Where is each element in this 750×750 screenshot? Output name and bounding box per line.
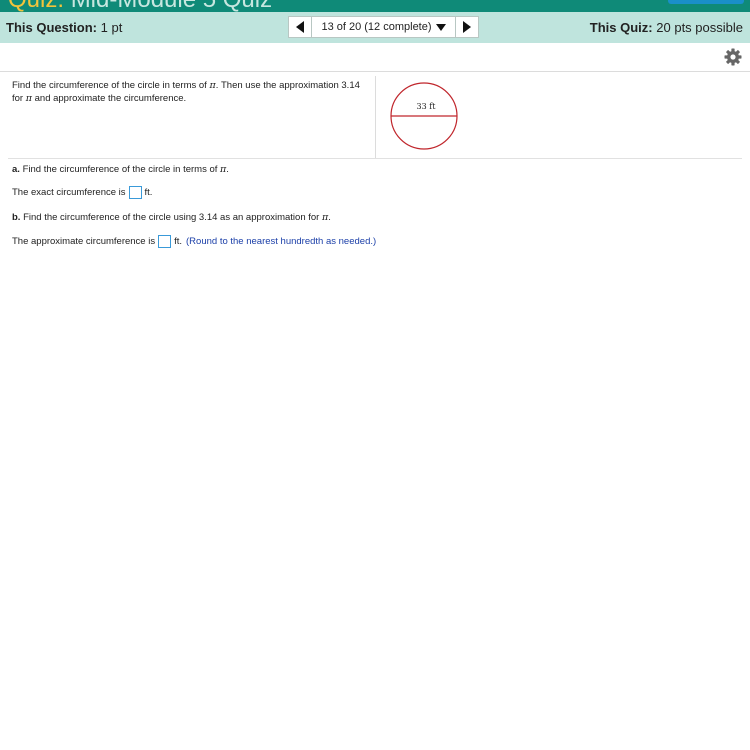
header-action-button[interactable] <box>668 0 744 4</box>
previous-arrow-icon <box>296 21 304 33</box>
question-divider <box>8 158 742 159</box>
app-title-bar: Quiz: Mid-Module 5 Quiz <box>0 0 750 12</box>
pi-symbol: π <box>25 92 32 104</box>
part-b-answer-line: The approximate circumference is ft. (Ro… <box>12 235 376 248</box>
question-points-value: 1 pt <box>100 20 123 35</box>
question-points-label: This Question: <box>6 20 97 35</box>
quiz-points-label: This Quiz: <box>589 20 653 35</box>
quiz-title: Quiz: Mid-Module 5 Quiz <box>8 0 272 12</box>
question-prompt: Find the circumference of the circle in … <box>12 80 367 105</box>
part-a-text: Find the circumference of the circle in … <box>22 164 218 175</box>
approx-circumference-label: The approximate circumference is <box>12 236 156 247</box>
circle-figure: 33 ft <box>390 82 458 150</box>
exact-circumference-unit: ft. <box>144 187 153 198</box>
question-selector[interactable]: 13 of 20 (12 complete) <box>312 16 455 38</box>
question-navigator: 13 of 20 (12 complete) <box>288 16 479 38</box>
approx-circumference-input[interactable] <box>158 235 172 248</box>
diameter-label: 33 ft <box>417 102 437 111</box>
question-position: 13 of 20 (12 complete) <box>321 21 432 33</box>
header-divider <box>0 71 750 72</box>
prompt-text-end: and approximate the circumference. <box>34 92 187 104</box>
question-points: This Question: 1 pt <box>6 20 122 35</box>
prompt-text-start: Find the circumference of the circle in … <box>12 80 207 91</box>
part-b-instruction: b. Find the circumference of the circle … <box>12 212 331 223</box>
quiz-title-prefix: Quiz: <box>8 0 64 12</box>
part-b-label: b. <box>12 212 21 223</box>
part-b-end: . <box>328 212 331 223</box>
next-question-button[interactable] <box>455 16 479 38</box>
approx-circumference-unit: ft. <box>174 236 183 247</box>
part-b-text: Find the circumference of the circle usi… <box>23 212 320 223</box>
quiz-points: This Quiz: 20 pts possible <box>590 20 743 35</box>
exact-circumference-input[interactable] <box>128 186 142 199</box>
settings-gear-icon[interactable] <box>723 47 743 67</box>
prompt-figure-divider <box>375 76 376 158</box>
part-a-instruction: a. Find the circumference of the circle … <box>12 164 229 175</box>
exact-circumference-label: The exact circumference is <box>12 187 126 198</box>
quiz-points-value: 20 pts possible <box>656 20 743 35</box>
part-a-label: a. <box>12 164 20 175</box>
next-arrow-icon <box>463 21 471 33</box>
question-header-bar: This Question: 1 pt 13 of 20 (12 complet… <box>0 12 750 43</box>
part-a-answer-line: The exact circumference is ft. <box>12 186 152 199</box>
rounding-hint: (Round to the nearest hundredth as neede… <box>186 236 377 247</box>
part-a-end: . <box>226 164 229 175</box>
dropdown-caret-icon <box>435 23 446 31</box>
quiz-title-text: Mid-Module 5 Quiz <box>71 0 272 12</box>
previous-question-button[interactable] <box>288 16 312 38</box>
